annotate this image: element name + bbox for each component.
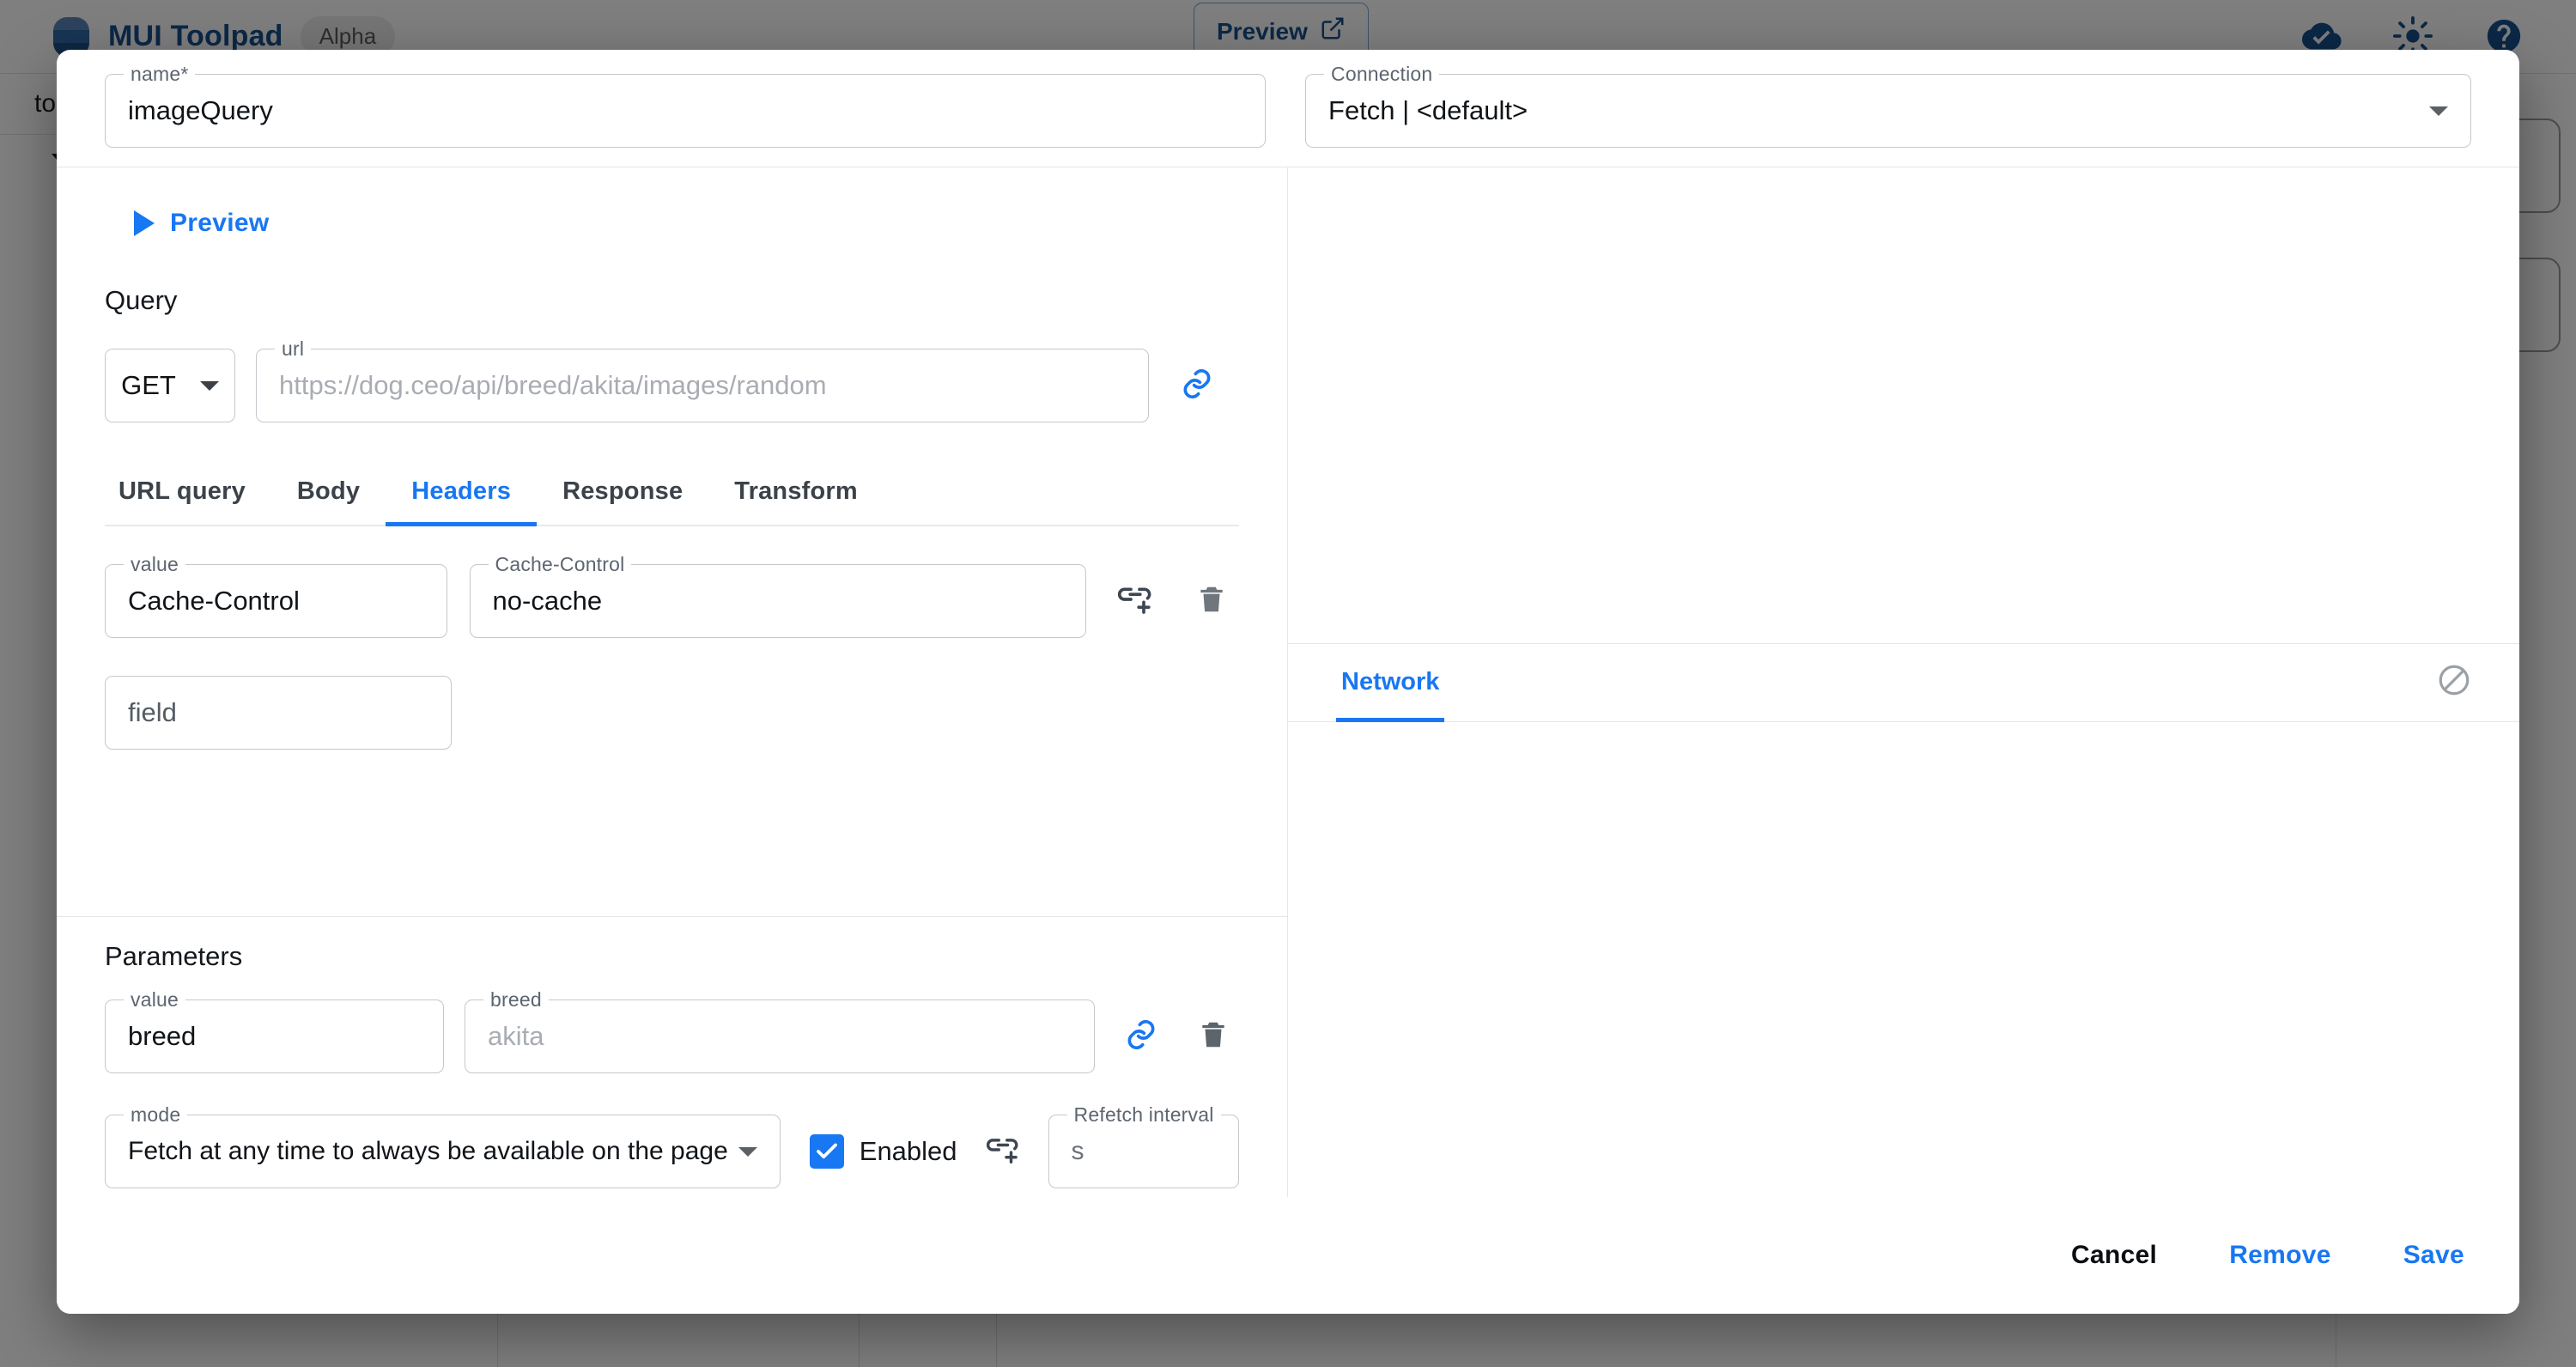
header-key-field[interactable]: value Cache-Control [105, 553, 447, 638]
url-field-box[interactable]: https://dog.ceo/api/breed/akita/images/r… [256, 349, 1149, 422]
header-value-input[interactable]: no-cache [493, 586, 603, 617]
enabled-label: Enabled [859, 1136, 957, 1166]
header-value-field[interactable]: Cache-Control no-cache [469, 553, 1086, 638]
network-log-panel [1288, 722, 2519, 1198]
tab-body[interactable]: Body [271, 469, 386, 525]
tab-network[interactable]: Network [1336, 643, 1445, 722]
refetch-interval-unit: s [1071, 1137, 1084, 1165]
parameter-key-label: value [124, 988, 185, 1012]
parameters-title: Parameters [105, 941, 243, 971]
dialog-header: name* imageQuery Connection Fetch | <def… [57, 50, 2519, 167]
query-pane: Preview Query GET url https://dog.ceo/ap… [57, 167, 1288, 1197]
header-new-field-input[interactable]: field [105, 676, 452, 750]
parameter-key-input[interactable]: breed [128, 1021, 196, 1052]
tab-response[interactable]: Response [537, 469, 708, 525]
url-field-label: url [275, 337, 312, 361]
query-result-canvas [1288, 167, 2519, 643]
link-icon [1180, 367, 1214, 405]
link-icon [1124, 1018, 1158, 1056]
delete-header-button[interactable] [1185, 574, 1239, 629]
mode-label: mode [124, 1103, 188, 1127]
enabled-checkbox[interactable]: Enabled [809, 1134, 957, 1169]
connection-select-box[interactable]: Fetch | <default> [1305, 74, 2471, 148]
parameter-value-box[interactable]: akita [465, 999, 1095, 1073]
http-method-select[interactable]: GET [105, 349, 235, 422]
add-link-icon [986, 1133, 1019, 1170]
mode-select[interactable]: mode Fetch at any time to always be avai… [105, 1103, 781, 1188]
header-value-label: Cache-Control [488, 553, 632, 576]
parameter-key-field[interactable]: value breed [105, 988, 445, 1073]
parameter-value-input[interactable]: akita [488, 1021, 544, 1052]
parameter-value-field[interactable]: breed akita [465, 988, 1095, 1073]
mode-value: Fetch at any time to always be available… [128, 1137, 728, 1165]
connection-value: Fetch | <default> [1328, 95, 1528, 125]
remove-button[interactable]: Remove [2229, 1241, 2331, 1270]
query-url-row: GET url https://dog.ceo/api/breed/akita/… [105, 337, 1239, 422]
bind-enabled-button[interactable] [986, 1124, 1019, 1179]
add-link-icon [1118, 582, 1152, 621]
chevron-down-icon[interactable] [2429, 106, 2448, 116]
header-key-input[interactable]: Cache-Control [128, 586, 300, 617]
chevron-down-icon[interactable] [738, 1146, 757, 1157]
chevron-down-icon[interactable] [199, 380, 219, 391]
url-input[interactable]: https://dog.ceo/api/breed/akita/images/r… [279, 370, 827, 401]
url-field[interactable]: url https://dog.ceo/api/breed/akita/imag… [256, 337, 1149, 422]
save-button[interactable]: Save [2403, 1241, 2464, 1270]
block-icon [2436, 662, 2472, 702]
dialog-footer: Cancel Remove Save [57, 1197, 2519, 1314]
name-field-label: name* [124, 63, 196, 86]
tab-url-query[interactable]: URL query [105, 469, 271, 525]
name-field-box[interactable]: imageQuery [105, 74, 1267, 148]
bind-url-button[interactable] [1170, 358, 1224, 413]
name-field[interactable]: name* imageQuery [105, 63, 1267, 148]
network-tabbar: Network [1288, 642, 2519, 722]
refetch-interval-field[interactable]: Refetch interval s [1048, 1103, 1239, 1188]
delete-parameter-button[interactable] [1188, 1009, 1239, 1064]
query-editor-dialog: name* imageQuery Connection Fetch | <def… [57, 50, 2519, 1314]
query-tabs: URL query Body Headers Response Transfor… [105, 469, 1239, 526]
name-input[interactable]: imageQuery [128, 95, 273, 126]
connection-select[interactable]: Connection Fetch | <default> [1305, 63, 2471, 148]
header-new-row: field [105, 676, 1239, 750]
mode-row: mode Fetch at any time to always be avai… [105, 1103, 1239, 1188]
preview-run-label: Preview [170, 209, 270, 237]
parameter-row: value breed breed akita [105, 988, 1239, 1073]
parameters-section: Parameters value breed breed akita mode … [57, 916, 1287, 1197]
http-method-value: GET [121, 370, 176, 400]
play-arrow-icon [134, 210, 155, 236]
mode-select-box[interactable]: Fetch at any time to always be available… [105, 1115, 781, 1188]
parameter-value-label: breed [483, 988, 549, 1012]
header-key-label: value [124, 553, 185, 576]
query-section-title: Query [105, 285, 178, 315]
trash-icon [1197, 1018, 1230, 1055]
cancel-button[interactable]: Cancel [2071, 1241, 2157, 1270]
tab-transform[interactable]: Transform [708, 469, 884, 525]
trash-icon [1195, 583, 1228, 620]
tab-headers[interactable]: Headers [386, 469, 537, 526]
result-pane: Network [1288, 167, 2519, 1197]
query-editor: Preview Query GET url https://dog.ceo/ap… [57, 167, 1287, 916]
dialog-body: Preview Query GET url https://dog.ceo/ap… [57, 167, 2519, 1197]
bind-header-button[interactable] [1109, 574, 1163, 629]
header-row: value Cache-Control Cache-Control no-cac… [105, 553, 1239, 638]
preview-run-button[interactable]: Preview [134, 209, 270, 238]
bind-parameter-button[interactable] [1115, 1009, 1167, 1064]
connection-label: Connection [1324, 63, 1440, 86]
refetch-interval-label: Refetch interval [1066, 1103, 1221, 1127]
clear-network-button[interactable] [2427, 655, 2482, 710]
checkbox-checked-icon[interactable] [809, 1134, 844, 1169]
